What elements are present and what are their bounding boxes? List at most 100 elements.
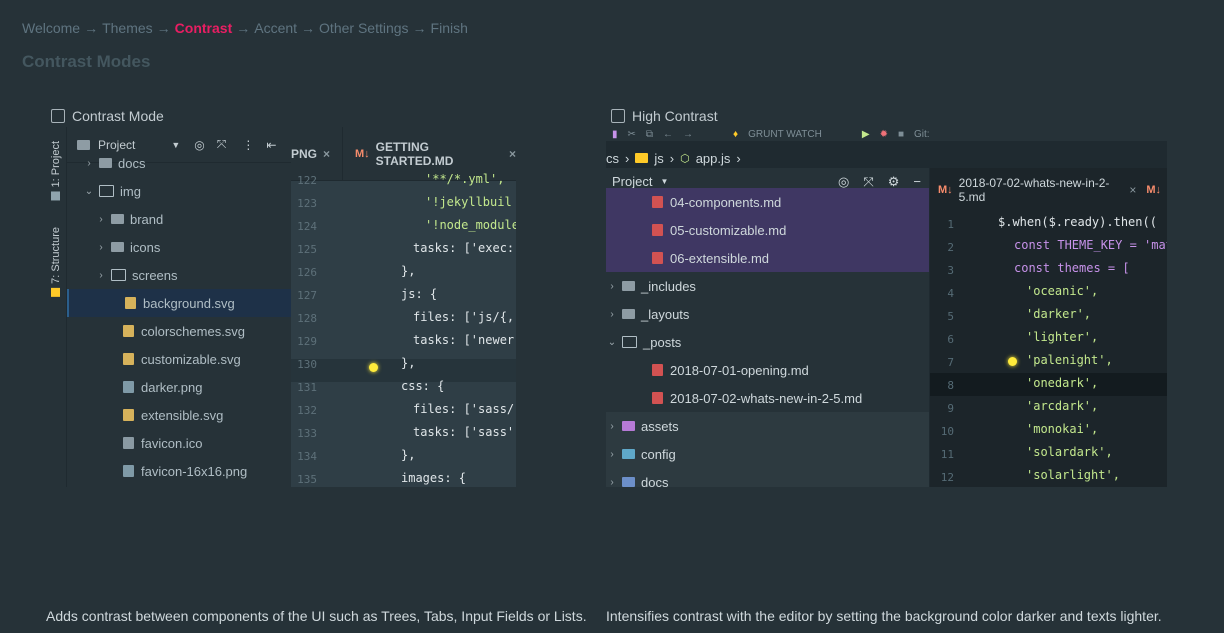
stop-icon[interactable]: ■	[898, 129, 904, 140]
chevron-icon: ›	[610, 308, 614, 320]
run-icon[interactable]: ▶	[862, 129, 870, 140]
code-line[interactable]: const THEME_KEY = 'mat	[1014, 238, 1167, 252]
tree-item-label: screens	[132, 267, 178, 283]
code-line[interactable]: 'onedark',	[1026, 376, 1098, 390]
line-number: 10	[940, 425, 954, 438]
nav-item[interactable]: cs	[606, 151, 619, 166]
tree-item[interactable]: › screens	[67, 261, 291, 289]
code-line[interactable]: 'solarlight',	[1026, 468, 1120, 482]
tree-item[interactable]: › brand	[67, 205, 291, 233]
tree-item[interactable]: background.svg	[67, 289, 293, 317]
code-line[interactable]: '!jekyllbuil	[425, 195, 512, 209]
markdown-file-icon	[652, 364, 663, 376]
code-line[interactable]: 'arcdark',	[1026, 399, 1098, 413]
breadcrumb-other-settings[interactable]: Other Settings	[319, 20, 409, 36]
tree-item[interactable]: extensible.svg	[67, 401, 291, 429]
code-line[interactable]: },	[401, 448, 415, 462]
editor-pane: M↓ 2018-07-02-whats-new-in-2-5.md × M↓ 1…	[930, 168, 1167, 487]
tree-item[interactable]: favicon.ico	[67, 429, 291, 457]
breadcrumb-separator: →	[301, 20, 316, 36]
contrast-mode-checkbox[interactable]	[51, 109, 65, 123]
breadcrumb-welcome[interactable]: Welcome	[22, 20, 80, 36]
folder-icon	[622, 336, 637, 348]
tree-item[interactable]: colorschemes.svg	[67, 317, 291, 345]
code-line[interactable]: $.when($.ready).then((	[998, 215, 1157, 229]
code-line[interactable]: tasks: ['newer	[413, 333, 514, 347]
chevron-icon: ›	[99, 213, 103, 225]
code-line[interactable]: 'solardark',	[1026, 445, 1113, 459]
breadcrumb-accent[interactable]: Accent	[254, 20, 297, 36]
code-line[interactable]: const themes = [	[1014, 261, 1130, 275]
editor-tabs: M↓ 2018-07-02-whats-new-in-2-5.md × M↓	[930, 168, 1167, 212]
tree-item[interactable]: ⌄ img	[67, 177, 291, 205]
png-file-icon	[123, 381, 134, 393]
markdown-file-icon	[652, 252, 663, 264]
tree-item[interactable]: 05-customizable.md	[606, 216, 929, 244]
line-number: 134	[297, 450, 317, 463]
lightbulb-icon[interactable]	[369, 363, 378, 372]
code-line[interactable]: 'oceanic',	[1026, 284, 1098, 298]
tree-item[interactable]: customizable.svg	[67, 345, 291, 373]
code-line[interactable]: 'monokai',	[1026, 422, 1098, 436]
tab-getting-started[interactable]: GETTING STARTED.MD	[376, 140, 501, 168]
folder-icon	[635, 153, 649, 163]
contrast-mode-option[interactable]: Contrast Mode	[51, 108, 164, 124]
code-line[interactable]: images: {	[401, 471, 466, 485]
code-line[interactable]: files: ['sass/	[413, 402, 514, 416]
chevron-down-icon: ▼	[171, 139, 181, 150]
code-line[interactable]: files: ['js/{,	[413, 310, 514, 324]
tree-item[interactable]: › docs	[606, 468, 929, 487]
tree-item[interactable]: › docs	[67, 149, 291, 177]
lightbulb-icon[interactable]	[1008, 357, 1017, 366]
chevron-icon: ›	[99, 269, 103, 281]
tree-item-label: background.svg	[143, 295, 235, 311]
breadcrumb: Welcome → Themes → Contrast → Accent → Other Set…	[22, 20, 468, 36]
breadcrumb-separator: →	[84, 20, 99, 36]
line-number: 5	[947, 310, 954, 323]
code-line[interactable]: '**/*.yml',	[425, 172, 504, 186]
tree-item[interactable]: › config	[606, 440, 929, 468]
line-number: 127	[297, 289, 317, 302]
code-line[interactable]: 'darker',	[1026, 307, 1091, 321]
run-config[interactable]: GRUNT WATCH	[748, 129, 822, 140]
tool-window-strip: 1: Project 7: Structure	[46, 127, 67, 487]
tree-item[interactable]: › icons	[67, 233, 291, 261]
code-line[interactable]: tasks: ['exec:	[413, 241, 514, 255]
tree-item[interactable]: › _layouts	[606, 300, 929, 328]
tree-item[interactable]: 2018-07-02-whats-new-in-2-5.md	[606, 384, 929, 412]
code-line[interactable]: tasks: ['sass',	[413, 425, 516, 439]
tree-item[interactable]: ⌄ _posts	[606, 328, 929, 356]
markdown-file-icon	[652, 392, 663, 404]
breadcrumb-contrast[interactable]: Contrast	[175, 20, 233, 36]
contrast-mode-label: Contrast Mode	[72, 108, 164, 124]
code-line[interactable]: js: {	[401, 287, 437, 301]
svg-file-icon	[123, 409, 134, 421]
tree-item[interactable]: favicon-16x16.png	[67, 457, 291, 485]
tree-item[interactable]: › _includes	[606, 272, 929, 300]
code-line[interactable]: },	[401, 264, 415, 278]
code-line[interactable]: '!node_module	[425, 218, 516, 232]
tree-item[interactable]: › assets	[606, 412, 929, 440]
tree-item[interactable]: darker.png	[67, 373, 291, 401]
code-line[interactable]: 'palenight',	[1026, 353, 1113, 367]
tree-item[interactable]: 04-components.md	[606, 188, 929, 216]
tab-png[interactable]: PNG	[291, 147, 317, 161]
folder-icon	[51, 191, 61, 201]
code-line[interactable]: 'lighter',	[1026, 330, 1098, 344]
side-tab-project-label: 1: Project	[50, 141, 62, 188]
debug-icon[interactable]: ✹	[880, 129, 888, 140]
close-icon[interactable]: ×	[323, 147, 330, 161]
breadcrumb-themes[interactable]: Themes	[102, 20, 153, 36]
close-icon[interactable]: ×	[1129, 183, 1136, 197]
tree-item[interactable]: 06-extensible.md	[606, 244, 929, 272]
tree-item[interactable]: 2018-07-01-opening.md	[606, 356, 929, 384]
breadcrumb-finish[interactable]: Finish	[431, 20, 468, 36]
close-icon[interactable]: ×	[509, 147, 516, 161]
code-line[interactable]: },	[401, 356, 415, 370]
code-line[interactable]: css: {	[401, 379, 444, 393]
high-contrast-option[interactable]: High Contrast	[611, 108, 718, 124]
nav-item[interactable]: js	[654, 151, 663, 166]
tab-whats-new[interactable]: 2018-07-02-whats-new-in-2-5.md	[959, 176, 1122, 204]
nav-item[interactable]: app.js	[696, 151, 731, 166]
high-contrast-checkbox[interactable]	[611, 109, 625, 123]
